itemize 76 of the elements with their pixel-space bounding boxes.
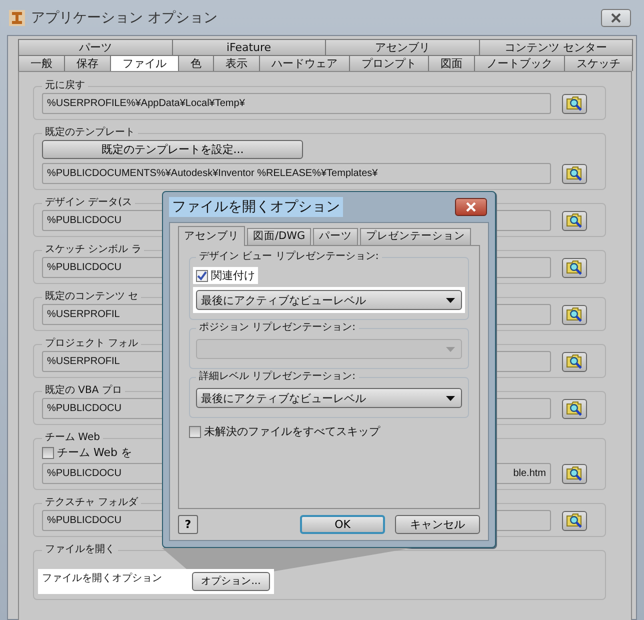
tab[interactable]: パーツ — [313, 228, 358, 245]
tab[interactable]: iFeature — [172, 39, 326, 55]
checkbox-label: 関連付け — [211, 268, 255, 283]
group-title: プロジェクト フォル — [44, 338, 140, 350]
checkbox-label: 未解決のファイルをすべてスキップ — [204, 424, 380, 439]
folder-search-icon — [566, 513, 583, 528]
browse-button[interactable] — [562, 304, 587, 324]
close-button[interactable] — [601, 8, 631, 26]
caret-icon — [446, 346, 455, 352]
browse-button[interactable] — [562, 398, 587, 418]
caret-icon — [446, 298, 455, 302]
checkbox-label: チーム Web を — [57, 445, 132, 460]
tab[interactable]: 一般 — [18, 55, 65, 71]
group-title: ポジション リプレゼンテーション: — [198, 322, 357, 334]
group-title: 既定のコンテンツ セ — [44, 291, 140, 303]
set-template-button[interactable]: 既定のテンプレートを設定... — [42, 140, 303, 159]
browse-button[interactable] — [562, 164, 587, 184]
folder-search-icon — [566, 213, 583, 228]
dialog-button[interactable]: キャンセル — [395, 515, 480, 534]
tab[interactable]: プロンプト — [349, 55, 429, 71]
tab[interactable]: コンテンツ センター — [478, 39, 633, 55]
folder-search-icon — [566, 466, 583, 481]
checkbox[interactable] — [196, 270, 208, 282]
tab[interactable]: アセンブリ — [178, 226, 245, 246]
close-icon — [610, 12, 622, 22]
checkbox[interactable] — [42, 446, 54, 458]
folder-search-icon — [566, 96, 583, 111]
checkbox[interactable] — [189, 426, 201, 438]
close-icon — [465, 202, 477, 212]
tab[interactable]: ファイル — [110, 55, 179, 71]
group-title: 元に戻す — [44, 80, 86, 92]
group-title: 既定の VBA プロ — [44, 385, 123, 397]
group-title: スケッチ シンボル ラ — [44, 244, 142, 256]
browse-button[interactable] — [562, 94, 587, 114]
browse-button[interactable] — [562, 464, 587, 484]
group-title: 詳細レベル リプレゼンテーション: — [198, 371, 357, 383]
tab[interactable]: スケッチ — [564, 55, 633, 71]
tab[interactable]: 表示 — [213, 55, 260, 71]
browse-button[interactable] — [562, 510, 587, 530]
dropdown[interactable]: 最後にアクティブなビューレベル — [196, 388, 462, 408]
tab[interactable]: プレゼンテーション — [360, 228, 472, 245]
dialog-title: ファイルを開くオプション — [169, 197, 343, 217]
tab[interactable]: ハードウェア — [259, 55, 350, 71]
close-button[interactable] — [455, 198, 487, 216]
tab[interactable]: 保存 — [64, 55, 111, 71]
tab[interactable]: 図面/DWG — [247, 228, 312, 245]
folder-search-icon — [566, 401, 583, 416]
checkmark-icon — [197, 270, 207, 280]
group-title: デザイン ビュー リプレゼンテーション: — [198, 251, 380, 263]
caret-icon — [446, 396, 455, 400]
group-title: 既定のテンプレート — [44, 127, 136, 139]
open-options-label: ファイルを開くオプション — [42, 572, 162, 585]
browse-button[interactable] — [562, 258, 587, 278]
group-title: デザイン データ(ス — [44, 197, 134, 209]
folder-search-icon — [566, 166, 583, 181]
tab[interactable]: パーツ — [18, 39, 172, 55]
path-field[interactable]: %USERPROFILE%¥AppData¥Local¥Temp¥ — [42, 93, 551, 114]
dropdown[interactable]: 最後にアクティブなビューレベル — [196, 290, 462, 310]
group-title: テクスチャ フォルダ — [44, 497, 140, 509]
tab[interactable]: ノートブック — [474, 55, 565, 71]
folder-search-icon — [566, 354, 583, 369]
window-title: アプリケーション オプション — [31, 8, 218, 26]
path-field[interactable]: %PUBLICDOCUMENTS%¥Autodesk¥Inventor %RELEASE%¥Templates¥ — [42, 163, 551, 184]
folder-search-icon — [566, 307, 583, 322]
folder-search-icon — [566, 260, 583, 275]
tab[interactable]: 図面 — [428, 55, 475, 71]
tab[interactable]: 色 — [178, 55, 214, 71]
browse-button[interactable] — [562, 352, 587, 372]
help-button[interactable]: ? — [178, 515, 198, 534]
options-button[interactable]: オプション... — [192, 572, 270, 590]
tab[interactable]: アセンブリ — [325, 39, 480, 55]
group-title: ファイルを開く — [44, 544, 116, 556]
group-title: チーム Web — [44, 432, 101, 444]
app-icon — [9, 10, 25, 26]
dialog-button[interactable]: OK — [300, 515, 385, 534]
browse-button[interactable] — [562, 210, 587, 230]
